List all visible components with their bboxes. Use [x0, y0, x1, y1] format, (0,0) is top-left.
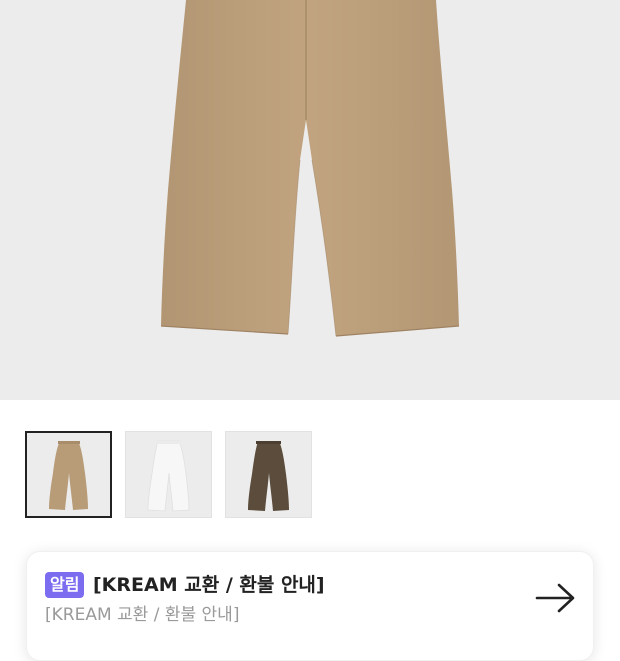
thumbnail-strip [25, 431, 312, 518]
thumbnail-white[interactable] [125, 431, 212, 518]
product-main-image[interactable] [0, 0, 620, 400]
thumbnail-beige[interactable] [25, 431, 112, 518]
notice-banner[interactable]: 알림 [KREAM 교환 / 환불 안내] [KREAM 교환 / 환불 안내] [26, 551, 594, 661]
white-pants-icon [147, 440, 190, 512]
pants-image [160, 0, 460, 337]
notice-subtitle: [KREAM 교환 / 환불 안내] [45, 605, 240, 625]
arrow-right-icon[interactable] [535, 582, 577, 614]
thumbnail-brown[interactable] [225, 431, 312, 518]
notice-title: [KREAM 교환 / 환불 안내] [93, 574, 325, 596]
beige-pants-icon [49, 441, 88, 510]
brown-pants-icon [248, 441, 289, 511]
notice-badge: 알림 [45, 572, 85, 598]
